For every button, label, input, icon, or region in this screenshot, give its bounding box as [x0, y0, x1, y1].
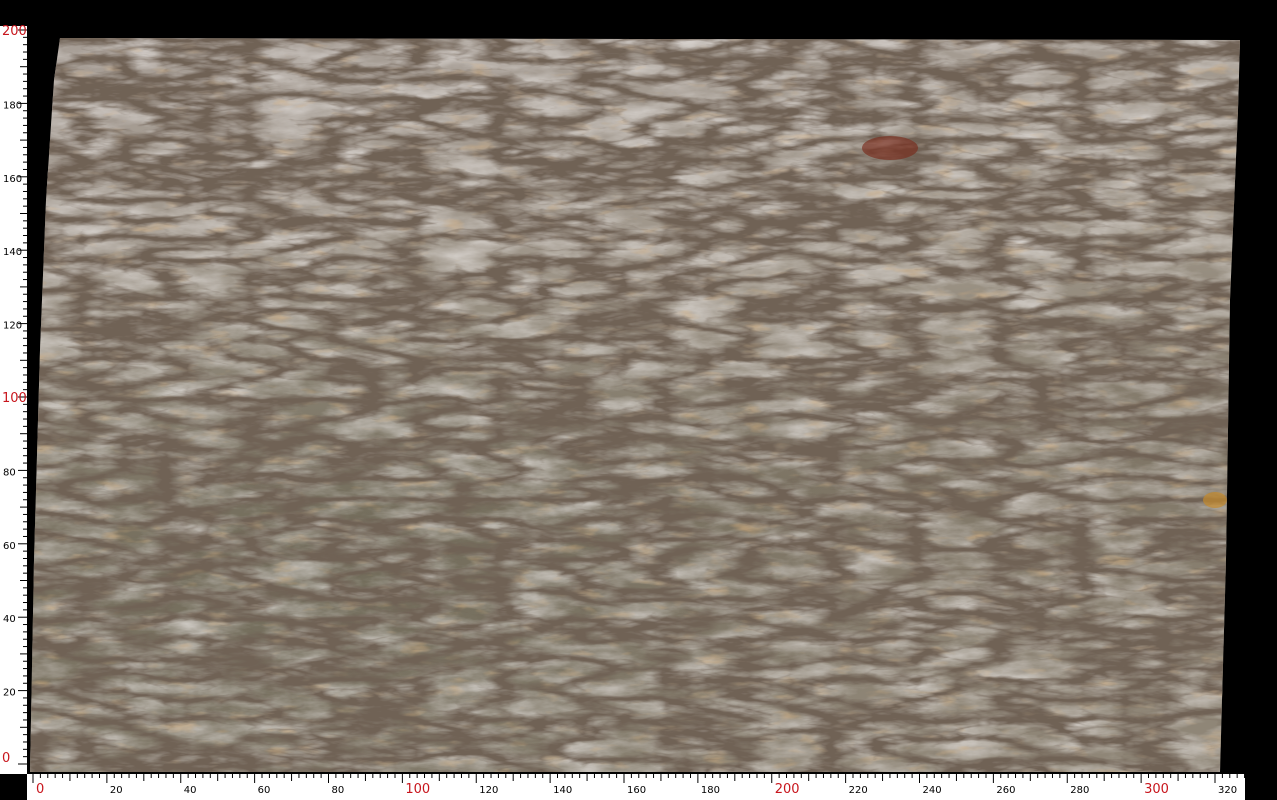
slab-viewer: 0 20 40 60 80 100 120 140 160 180 200 0 20 40 60 80 100…: [0, 24, 1246, 800]
horizontal-ruler-label: 320: [1218, 785, 1237, 796]
horizontal-ruler-label: 280: [1070, 785, 1089, 796]
marble-slab: [30, 38, 1240, 772]
vertical-ruler-label: 0: [2, 751, 10, 766]
vertical-ruler-label: 120: [3, 321, 22, 332]
horizontal-ruler-label: 240: [923, 785, 942, 796]
vertical-ruler-label: 200: [2, 24, 27, 39]
horizontal-ruler-label: 260: [996, 785, 1015, 796]
horizontal-ruler-label: 220: [849, 785, 868, 796]
vertical-ruler-label: 160: [3, 174, 22, 185]
horizontal-ruler-label: 300: [1144, 782, 1169, 797]
horizontal-ruler-label: 40: [184, 785, 197, 796]
horizontal-ruler-label: 120: [479, 785, 498, 796]
vertical-ruler: 0 20 40 60 80 100 120 140 160 180 200: [0, 24, 27, 774]
rust-spot: [862, 136, 918, 160]
vertical-ruler-label: 140: [3, 247, 22, 258]
vertical-ruler-label: 80: [3, 467, 16, 478]
horizontal-ruler-label: 200: [775, 782, 800, 797]
horizontal-ruler-label: 160: [627, 785, 646, 796]
horizontal-ruler-label: 100: [405, 782, 430, 797]
horizontal-ruler: 0 20 40 60 80 100 120 140 160 180 200 220 240 260 280 3…: [27, 774, 1246, 800]
vertical-ruler-label: 40: [3, 614, 16, 625]
horizontal-ruler-label: 20: [110, 785, 123, 796]
horizontal-ruler-label: 60: [258, 785, 271, 796]
horizontal-ruler-label: 140: [553, 785, 572, 796]
ochre-spot: [1203, 492, 1227, 508]
vertical-ruler-label: 60: [3, 541, 16, 552]
horizontal-ruler-label: 80: [332, 785, 345, 796]
vertical-ruler-label: 180: [3, 100, 22, 111]
vertical-ruler-label: 100: [2, 391, 27, 406]
horizontal-ruler-label: 180: [701, 785, 720, 796]
vertical-ruler-label: 20: [3, 688, 16, 699]
horizontal-ruler-label: 0: [36, 782, 44, 797]
